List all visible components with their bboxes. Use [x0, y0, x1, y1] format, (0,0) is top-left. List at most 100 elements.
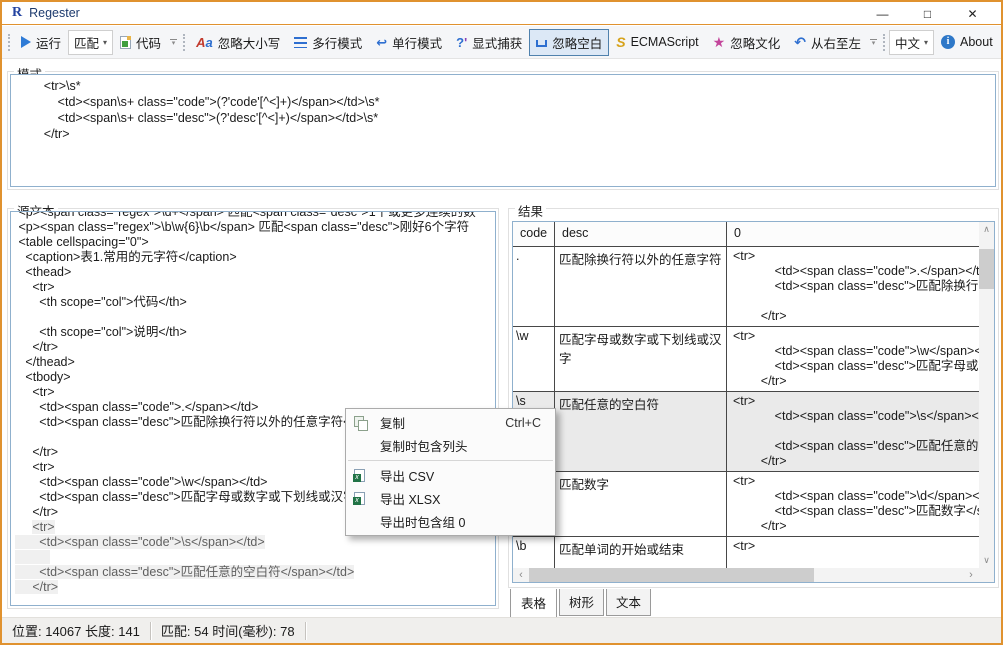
menu-item[interactable]: 复制时包含列头: [346, 434, 555, 457]
ignore-whitespace-label: 忽略空白: [552, 33, 602, 52]
results-tabs: 表格树形文本: [510, 589, 653, 618]
source-line: </thead>: [15, 355, 495, 370]
minimize-button[interactable]: —: [860, 2, 905, 25]
code-file-icon: [120, 36, 131, 49]
window-title: Regester: [29, 6, 80, 20]
ecmascript-label: ECMAScript: [631, 35, 699, 49]
ignore-case-icon: [196, 36, 213, 49]
table-row[interactable]: \w匹配字母或数字或下划线或汉字<tr> <td><span class="co…: [513, 327, 979, 392]
ignore-case-toggle[interactable]: 忽略大小写: [189, 29, 287, 56]
horizontal-scroll-thumb[interactable]: [529, 568, 814, 582]
scrollbar-corner: [979, 568, 994, 582]
toolbar-grip: [183, 34, 185, 51]
ecmascript-toggle[interactable]: ECMAScript: [609, 31, 705, 53]
vertical-scrollbar[interactable]: ∧ ∨: [979, 222, 994, 568]
export-xlsx-icon: [354, 492, 380, 505]
table-row[interactable]: \d匹配数字<tr> <td><span class="code">\d</sp…: [513, 472, 979, 537]
scroll-right-icon[interactable]: ›: [963, 568, 979, 582]
ignore-culture-star-icon: [713, 36, 726, 49]
scroll-up-icon[interactable]: ∧: [979, 222, 994, 237]
tab-text[interactable]: 文本: [606, 589, 651, 616]
source-line: [15, 310, 495, 325]
source-line: </tr>: [15, 340, 495, 355]
singleline-label: 单行模式: [392, 33, 442, 52]
close-button[interactable]: ✕: [950, 2, 995, 25]
chevron-down-icon: ▾: [924, 38, 928, 47]
table-row[interactable]: .匹配除换行符以外的任意字符<tr> <td><span class="code…: [513, 247, 979, 327]
toolbar-overflow-icon[interactable]: ▾: [870, 39, 877, 46]
table-row[interactable]: \b匹配单词的开始或结束<tr>: [513, 537, 979, 568]
results-header: codedesc0: [513, 222, 979, 247]
status-position: 位置: 14067 长度: 141: [2, 621, 150, 640]
results-rows: .匹配除换行符以外的任意字符<tr> <td><span class="code…: [513, 247, 979, 568]
context-menu: 复制Ctrl+C 复制时包含列头导出 CSV 导出 XLSX 导出时包含组 0: [345, 408, 556, 536]
column-header[interactable]: 0: [727, 222, 979, 246]
pattern-text: <tr>\s* <td><span\s+ class="code">(?'cod…: [11, 75, 995, 145]
explicit-capture-icon: [456, 36, 467, 49]
multiline-label: 多行模式: [312, 33, 362, 52]
toolbar-grip: [883, 34, 885, 51]
menu-item-label: 导出 XLSX: [380, 489, 541, 508]
menu-item-label: 复制: [380, 413, 505, 432]
source-line: <th scope="col">说明</th>: [15, 325, 495, 340]
scroll-down-icon[interactable]: ∨: [979, 553, 994, 568]
status-separator: [305, 622, 306, 640]
menu-item[interactable]: 复制Ctrl+C: [346, 411, 555, 434]
toolbar-overflow-icon[interactable]: ▾: [170, 39, 177, 46]
menu-item-label: 复制时包含列头: [380, 436, 541, 455]
maximize-button[interactable]: □: [905, 2, 950, 25]
column-header[interactable]: desc: [555, 222, 727, 246]
table-row[interactable]: \s匹配任意的空白符<tr> <td><span class="code">\s…: [513, 392, 979, 472]
multiline-toggle[interactable]: 多行模式: [287, 29, 369, 56]
source-line: <tr>: [15, 385, 495, 400]
results-table: codedesc0 .匹配除换行符以外的任意字符<tr> <td><span c…: [512, 221, 995, 583]
app-icon: R: [12, 5, 22, 21]
explicit-capture-label: 显式捕获: [472, 33, 522, 52]
copy-icon: [354, 416, 380, 430]
right-to-left-toggle[interactable]: 从右至左: [787, 29, 868, 56]
singleline-icon: [376, 36, 387, 49]
chevron-down-icon: ▾: [103, 38, 107, 47]
right-to-left-label: 从右至左: [811, 33, 861, 52]
source-line: <td><span class="desc">匹配任意的空白符</span></…: [15, 565, 495, 580]
menu-item-label: 导出时包含组 0: [380, 512, 541, 531]
toolbar-grip: [8, 34, 10, 51]
status-bar: 位置: 14067 长度: 141 匹配: 54 时间(毫秒): 78: [2, 617, 1001, 643]
menu-item[interactable]: 导出 XLSX: [346, 487, 555, 510]
menu-shortcut: Ctrl+C: [505, 416, 541, 430]
horizontal-scrollbar[interactable]: ‹ ›: [513, 568, 979, 582]
column-header[interactable]: code: [513, 222, 555, 246]
info-icon: [941, 35, 955, 49]
code-button[interactable]: 代码: [113, 29, 168, 56]
source-line: <th scope="col">代码</th>: [15, 295, 495, 310]
titlebar: R Regester — □ ✕: [2, 2, 1001, 25]
tab-table[interactable]: 表格: [510, 589, 557, 618]
tab-tree[interactable]: 树形: [559, 589, 604, 616]
menu-item[interactable]: 导出 CSV: [346, 464, 555, 487]
ignore-whitespace-toggle[interactable]: 忽略空白: [529, 29, 609, 56]
menu-item-label: 导出 CSV: [380, 466, 541, 485]
right-to-left-arrow-icon: [794, 36, 806, 49]
code-label: 代码: [136, 33, 161, 52]
about-button[interactable]: About: [934, 31, 1000, 53]
match-mode-dropdown[interactable]: 匹配 ▾: [68, 30, 113, 55]
source-line: <caption>表1.常用的元字符</caption>: [15, 250, 495, 265]
explicit-capture-toggle[interactable]: 显式捕获: [449, 29, 529, 56]
source-line: <p><span class="regex">\b\w{6}\b</span> …: [15, 220, 495, 235]
context-menu-items: 复制Ctrl+C 复制时包含列头导出 CSV 导出 XLSX 导出时包含组 0: [346, 411, 555, 533]
menu-separator: [348, 460, 553, 461]
language-label: 中文: [895, 33, 920, 52]
singleline-toggle[interactable]: 单行模式: [369, 29, 449, 56]
language-dropdown[interactable]: 中文 ▾: [889, 30, 934, 55]
scroll-left-icon[interactable]: ‹: [513, 568, 529, 582]
pattern-group: 模式 <tr>\s* <td><span\s+ class="code">(?'…: [7, 71, 999, 190]
ignore-culture-toggle[interactable]: 忽略文化: [706, 29, 788, 56]
run-button[interactable]: 运行: [14, 29, 68, 56]
source-line: <thead>: [15, 265, 495, 280]
pattern-editor[interactable]: <tr>\s* <td><span\s+ class="code">(?'cod…: [10, 74, 996, 187]
multiline-icon: [294, 37, 307, 48]
vertical-scroll-thumb[interactable]: [979, 249, 994, 289]
source-text: <p><span class="regex">\d+</span> 匹配<spa…: [11, 211, 495, 595]
menu-item[interactable]: 导出时包含组 0: [346, 510, 555, 533]
about-label: About: [960, 35, 993, 49]
